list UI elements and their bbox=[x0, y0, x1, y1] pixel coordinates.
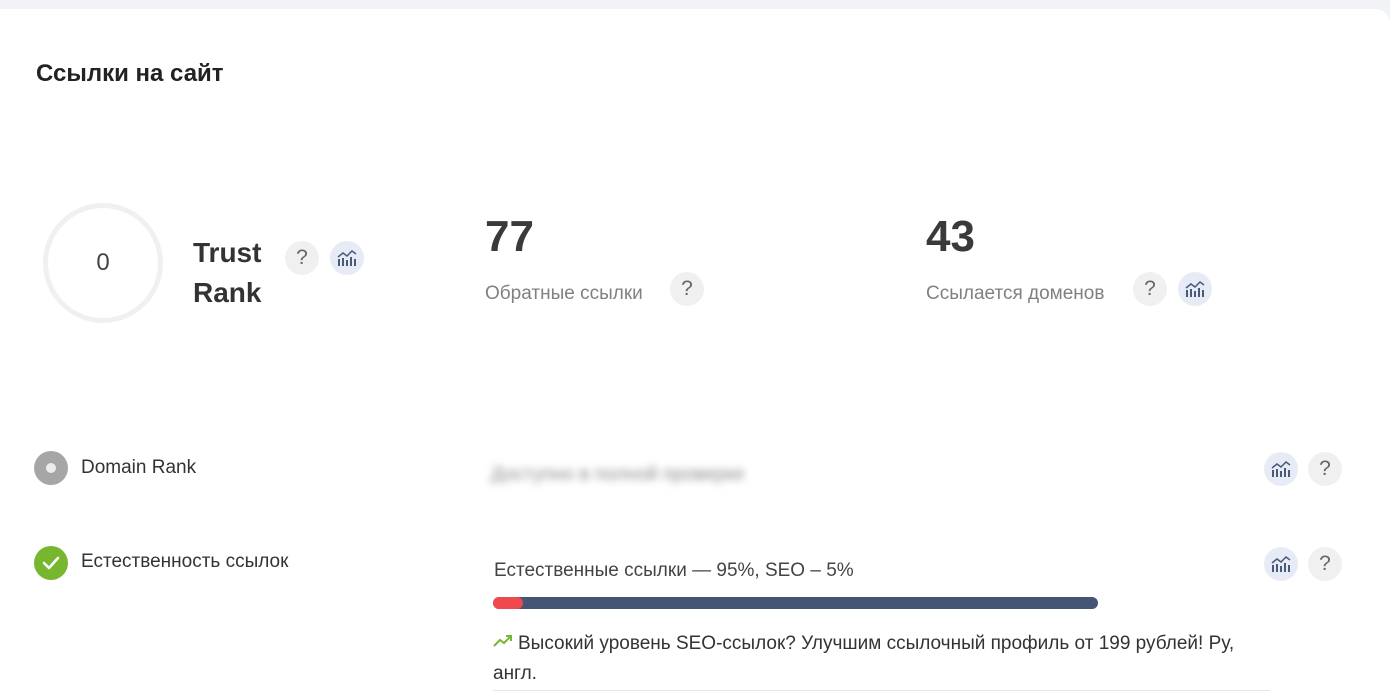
bar-chart-trend-icon bbox=[1185, 281, 1205, 297]
trust-rank-label: Trust Rank bbox=[193, 237, 262, 308]
trust-rank-chart-button[interactable] bbox=[330, 241, 364, 275]
question-icon: ? bbox=[296, 246, 308, 269]
bar-chart-trend-icon bbox=[1271, 556, 1291, 572]
trust-rank-gauge: 0 bbox=[43, 203, 163, 323]
naturalness-label: Естественность ссылок bbox=[81, 551, 289, 572]
trust-rank-help-button[interactable]: ? bbox=[285, 241, 319, 275]
check-icon bbox=[42, 556, 60, 570]
question-icon: ? bbox=[1144, 277, 1156, 300]
referring-domains-label: Ссылается доменов bbox=[926, 283, 1105, 304]
naturalness-chart-button[interactable] bbox=[1264, 547, 1298, 581]
seo-promo-link[interactable]: Высокий уровень SEO-ссылок? Улучшим ссыл… bbox=[493, 629, 1273, 689]
referring-domains-help-button[interactable]: ? bbox=[1133, 272, 1167, 306]
seo-promo-text: Высокий уровень SEO-ссылок? Улучшим ссыл… bbox=[493, 633, 1235, 684]
links-card: Ссылки на сайт 0 Trust Rank ? 77 Обратны… bbox=[0, 9, 1390, 691]
question-icon: ? bbox=[681, 277, 693, 300]
domain-rank-status-icon bbox=[34, 451, 68, 485]
domain-rank-help-button[interactable]: ? bbox=[1308, 452, 1342, 486]
question-icon: ? bbox=[1319, 552, 1331, 575]
domain-rank-label: Domain Rank bbox=[81, 457, 197, 478]
referring-domains-chart-button[interactable] bbox=[1178, 272, 1212, 306]
backlinks-label: Обратные ссылки bbox=[485, 283, 643, 304]
naturalness-ratio-bar bbox=[493, 597, 1098, 609]
seo-share-fill bbox=[493, 597, 524, 609]
trust-rank-value: 0 bbox=[96, 249, 110, 276]
naturalness-status-icon bbox=[34, 546, 68, 580]
naturalness-ratio-text: Естественные ссылки — 95%, SEO – 5% bbox=[494, 560, 854, 581]
section-title: Ссылки на сайт bbox=[36, 60, 224, 87]
backlinks-help-button[interactable]: ? bbox=[670, 272, 704, 306]
referring-domains-count: 43 bbox=[926, 212, 975, 261]
naturalness-help-button[interactable]: ? bbox=[1308, 547, 1342, 581]
backlinks-count: 77 bbox=[485, 212, 534, 261]
bar-chart-trend-icon bbox=[337, 250, 357, 266]
domain-rank-chart-button[interactable] bbox=[1264, 452, 1298, 486]
question-icon: ? bbox=[1319, 457, 1331, 480]
bar-chart-trend-icon bbox=[1271, 461, 1291, 477]
trending-up-icon bbox=[493, 635, 512, 647]
domain-rank-locked-value: Доступно в полной проверке bbox=[491, 464, 745, 485]
